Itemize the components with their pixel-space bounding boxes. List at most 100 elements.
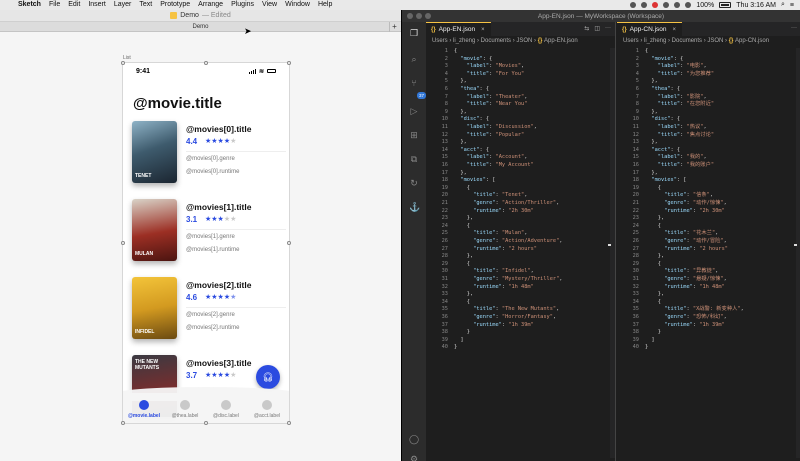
code-line[interactable]: { [454,223,470,231]
code-line[interactable]: ] [645,337,654,345]
selection-handle[interactable] [204,61,208,65]
code-line[interactable]: "runtime": "1h 48m" [645,284,725,292]
tab-acct[interactable]: @acct.label [247,400,287,419]
menu-plugins[interactable]: Plugins [227,0,258,10]
new-tab-button[interactable]: + [389,22,399,32]
code-line[interactable]: }, [454,215,473,223]
movie-list-item[interactable]: INFIDEL @movies[2].title 4.6 ★★★★★ @movi… [132,277,286,343]
source-control-icon[interactable]: ⑂ [409,78,419,88]
docker-icon[interactable]: ⚓ [409,202,420,212]
status-app-icon[interactable] [630,2,637,8]
code-line[interactable]: "title": "焦点讨论" [645,132,714,140]
code-line[interactable]: "label": "电影", [645,63,707,71]
clock[interactable]: Thu 3:16 AM [736,2,776,9]
code-line[interactable]: }, [645,109,657,117]
editor-tab-app-en[interactable]: {} App-EN.json × [426,22,491,36]
code-line[interactable]: "title": "Near You" [454,101,528,109]
canvas[interactable]: List 9:41 ≋ @movie.title TENET @movies[0… [0,33,401,461]
code-line[interactable]: ] [454,337,463,345]
code-line[interactable]: "thea": { [645,86,680,94]
selection-handle[interactable] [287,421,291,425]
status-app-icon[interactable] [663,2,670,8]
search-icon[interactable]: ⌕ [781,1,785,9]
gear-icon[interactable]: ⚙ [409,454,419,461]
code-line[interactable]: "runtime": "2 hours" [645,246,728,254]
selection-handle[interactable] [204,421,208,425]
code-line[interactable]: } [645,344,648,352]
menu-insert[interactable]: Insert [84,0,110,10]
code-line[interactable]: }, [645,253,664,261]
code-line[interactable]: "genre": "Action/Adventure", [454,238,562,246]
code-line[interactable]: "label": "Discussion", [454,124,537,132]
code-line[interactable]: } [645,329,661,337]
code-line[interactable]: }, [645,170,657,178]
code-line[interactable]: "title": "My Account" [454,162,534,170]
search-icon[interactable]: ⌕ [409,54,419,64]
breadcrumb[interactable]: Users › li_zheng › Documents › JSON › {}… [617,36,800,46]
code-line[interactable]: "label": "Theater", [454,94,528,102]
selection-handle[interactable] [121,241,125,245]
code-line[interactable]: "title": "The New Mutants", [454,306,559,314]
code-line[interactable]: } [454,344,457,352]
editor-scrollbar[interactable] [610,48,615,458]
code-line[interactable]: "title": "为您推荐" [645,71,714,79]
code-line[interactable]: "runtime": "2 hours" [454,246,537,254]
code-line[interactable]: "disc": { [645,116,680,124]
remote-explorer-icon[interactable]: ⧉ [409,154,419,164]
code-line[interactable]: "title": "我的账户" [645,162,714,170]
battery-icon[interactable] [719,2,732,8]
movie-list-item[interactable]: TENET @movies[0].title 4.4 ★★★★★ @movies… [132,121,286,187]
code-line[interactable]: "disc": { [454,116,489,124]
code-line[interactable]: "movies": [ [645,177,686,185]
code-line[interactable]: { [454,185,470,193]
menu-window[interactable]: Window [281,0,314,10]
more-actions-icon[interactable]: ··· [605,25,611,32]
breadcrumb[interactable]: Users › li_zheng › Documents › JSON › {}… [426,36,615,46]
tab-thea[interactable]: @thea.label [165,400,205,419]
volume-icon[interactable] [685,2,692,8]
code-line[interactable]: "label": "热议", [645,124,707,132]
code-line[interactable]: }, [645,215,664,223]
explorer-icon[interactable]: ❐ [409,28,419,38]
code-line[interactable]: { [454,299,470,307]
menu-app-sketch[interactable]: Sketch [14,0,45,10]
artboard-list[interactable]: 9:41 ≋ @movie.title TENET @movies[0].tit… [123,63,289,423]
close-window-button[interactable] [407,13,413,19]
minimize-window-button[interactable] [416,13,422,19]
editor-tab-app-cn[interactable]: {} App-CN.json × [617,22,683,36]
code-line[interactable]: "genre": "动作/冒险", [645,238,727,246]
tab-movie[interactable]: @movie.label [124,400,164,419]
code-line[interactable]: { [645,48,648,56]
code-line[interactable]: "acct": { [454,147,489,155]
code-line[interactable]: "genre": "恐怖/科幻", [645,314,727,322]
code-line[interactable]: "title": "Tenet", [454,192,527,200]
code-line[interactable]: "genre": "Horror/Fantasy", [454,314,556,322]
menu-edit[interactable]: Edit [64,0,84,10]
code-line[interactable]: "genre": "Action/Thriller", [454,200,559,208]
code-line[interactable]: { [454,48,457,56]
code-line[interactable]: }, [645,78,657,86]
control-center-icon[interactable]: ≡ [790,2,794,9]
split-editor-icon[interactable]: ◫ [594,25,600,32]
code-line[interactable]: "label": "我的", [645,154,707,162]
status-app-icon[interactable] [641,2,648,8]
code-line[interactable]: }, [645,139,657,147]
code-line[interactable]: "runtime": "1h 48m" [454,284,534,292]
more-actions-icon[interactable]: ··· [791,25,797,31]
wifi-icon[interactable] [674,2,681,8]
menu-help[interactable]: Help [314,0,336,10]
menu-text[interactable]: Text [135,0,156,10]
code-line[interactable]: "runtime": "1h 39m" [454,322,534,330]
code-line[interactable]: }, [454,170,466,178]
selection-handle[interactable] [287,61,291,65]
selection-handle[interactable] [121,61,125,65]
tab-disc[interactable]: @disc.label [206,400,246,419]
code-line[interactable]: "title": "异教徒", [645,268,718,276]
menu-arrange[interactable]: Arrange [194,0,227,10]
headphones-fab-button[interactable]: 🎧︎ [256,365,280,389]
code-line[interactable]: }, [454,291,473,299]
code-line[interactable]: "genre": "悬疑/惊悚", [645,276,727,284]
status-app-icon[interactable] [652,2,659,8]
selection-handle[interactable] [287,241,291,245]
editor-scrollbar[interactable] [796,48,800,458]
